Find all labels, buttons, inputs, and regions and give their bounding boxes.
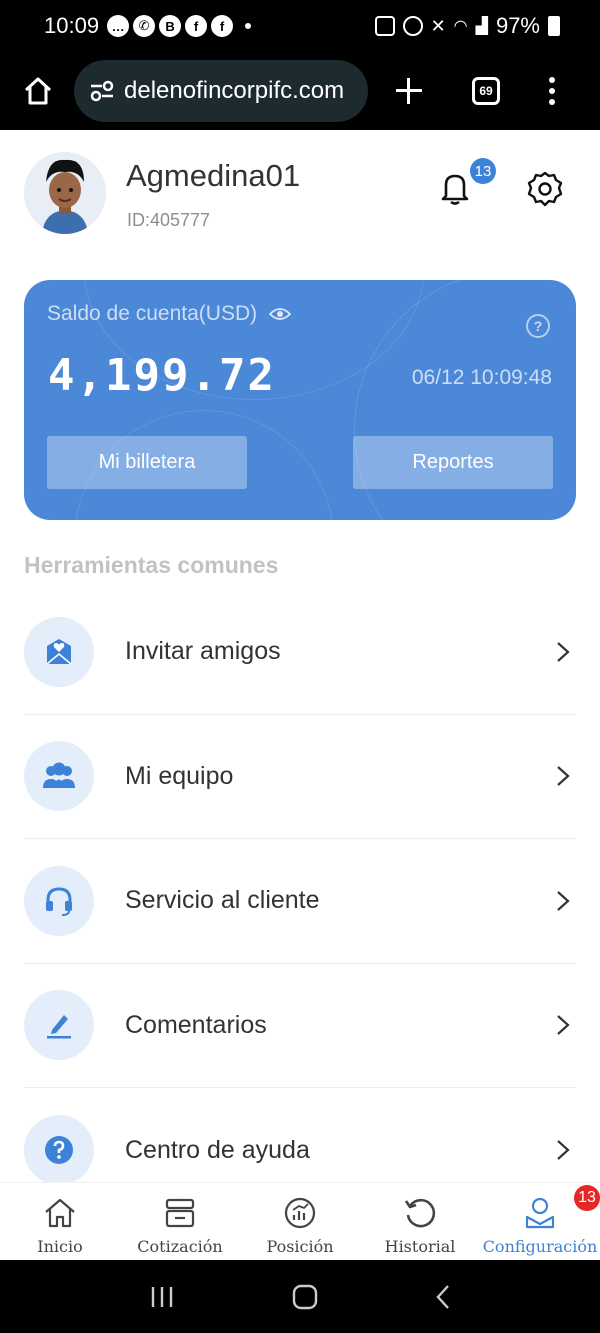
menu-label: Mi equipo: [125, 761, 234, 790]
balance-label-text: Saldo de cuenta(USD): [47, 302, 258, 325]
business-icon: B: [159, 15, 182, 37]
menu-icon-wrapper: [24, 616, 94, 687]
history-icon: [404, 1198, 436, 1228]
system-home-icon[interactable]: [292, 1284, 318, 1310]
menu-label: Centro de ayuda: [125, 1135, 310, 1164]
menu-icon-wrapper: [24, 865, 94, 936]
menu-icon-wrapper: [24, 741, 94, 812]
nav-home[interactable]: Inicio: [0, 1183, 120, 1258]
balance-card: Saldo de cuenta(USD) ? 4,199.72 06/12 10…: [24, 280, 576, 520]
reports-button[interactable]: Reportes: [353, 436, 553, 489]
profile-header: Agmedina01 ID:405777 13: [24, 152, 576, 244]
tab-switcher-button[interactable]: 69: [472, 77, 500, 105]
nav-position[interactable]: Posición: [240, 1183, 360, 1258]
profile-icon: [525, 1197, 555, 1229]
home-icon: [24, 77, 52, 105]
facebook-icon: f: [185, 15, 208, 37]
gear-icon[interactable]: [526, 170, 564, 208]
recent-apps-icon[interactable]: [149, 1285, 175, 1309]
pencil-icon: [47, 1015, 71, 1039]
eye-icon[interactable]: [269, 307, 292, 321]
balance-amount: 4,199.72: [48, 350, 276, 401]
nav-label: Cotización: [137, 1237, 223, 1256]
wifi-icon: ◠: [453, 18, 468, 35]
menu-item-invite-friends[interactable]: Invitar amigos: [24, 590, 576, 715]
headset-icon: [46, 887, 72, 916]
signal-icon: ▟: [475, 18, 488, 35]
chevron-right-icon: [557, 890, 570, 911]
wallet-button[interactable]: Mi billetera: [47, 436, 247, 489]
site-settings-icon[interactable]: [88, 77, 116, 105]
nav-history[interactable]: Historial: [360, 1183, 480, 1258]
nav-label: Inicio: [37, 1237, 83, 1256]
menu-item-customer-service[interactable]: Servicio al cliente: [24, 839, 576, 964]
notification-badge: 13: [470, 158, 496, 184]
menu-label: Comentarios: [125, 1010, 267, 1039]
menu-label: Invitar amigos: [125, 637, 281, 666]
browser-menu-button[interactable]: [548, 77, 556, 105]
home-icon: [45, 1198, 75, 1228]
bottom-navigation: Inicio Cotización Posición Historial Con…: [0, 1182, 600, 1258]
nav-badge: 13: [574, 1185, 600, 1211]
username: Agmedina01: [126, 158, 301, 193]
nav-label: Posición: [266, 1237, 334, 1256]
battery-percent: 97%: [495, 13, 540, 38]
question-icon: [45, 1136, 73, 1165]
team-icon: [43, 762, 75, 789]
avatar-image: [24, 152, 106, 234]
menu-label: Servicio al cliente: [125, 886, 320, 915]
url-text: delenofincorpifc.com: [124, 77, 345, 104]
menu-item-my-team[interactable]: Mi equipo: [24, 715, 576, 839]
notification-icons: … ✆ B f f: [107, 15, 252, 37]
battery-icon: [548, 16, 560, 36]
chevron-right-icon: [557, 766, 570, 787]
balance-timestamp: 06/12 10:09:48: [411, 366, 552, 389]
back-icon[interactable]: [435, 1284, 451, 1310]
mute-icon: ✕: [430, 15, 446, 36]
browser-home-button[interactable]: [18, 71, 58, 111]
chevron-right-icon: [557, 641, 570, 662]
nav-settings[interactable]: Configuración 13: [480, 1183, 600, 1258]
alarm-icon: [402, 16, 423, 36]
whatsapp-icon: ✆: [133, 15, 156, 37]
help-icon[interactable]: ?: [526, 314, 550, 338]
facebook-icon: f: [211, 15, 234, 37]
system-navigation-bar: [0, 1260, 600, 1333]
tools-list: Invitar amigos Mi equipo Servicio al cli…: [24, 590, 576, 1213]
menu-item-feedback[interactable]: Comentarios: [24, 964, 576, 1088]
address-bar[interactable]: delenofincorpifc.com: [74, 60, 368, 122]
position-chart-icon: [284, 1197, 316, 1229]
messages-icon: …: [107, 15, 130, 37]
user-id: ID:405777: [127, 210, 211, 230]
status-bar: 10:09 … ✆ B f f ✕ ◠ ▟ 97%: [0, 0, 600, 52]
avatar[interactable]: [24, 152, 106, 234]
browser-toolbar: delenofincorpifc.com 69: [0, 52, 600, 130]
nav-label: Historial: [384, 1237, 456, 1256]
nav-quotes[interactable]: Cotización: [120, 1183, 240, 1258]
new-tab-button[interactable]: [394, 76, 424, 106]
quotes-icon: [165, 1198, 195, 1228]
chevron-right-icon: [557, 1140, 570, 1161]
menu-icon-wrapper: [24, 990, 94, 1061]
nav-label: Configuración: [482, 1237, 598, 1256]
section-title: Herramientas comunes: [24, 552, 279, 578]
bell-icon[interactable]: [438, 170, 472, 206]
more-notifications-icon: [245, 23, 252, 29]
balance-label: Saldo de cuenta(USD): [47, 302, 292, 326]
chevron-right-icon: [557, 1015, 570, 1036]
status-time: 10:09: [44, 13, 100, 38]
mail-heart-icon: [46, 638, 72, 665]
menu-icon-wrapper: [24, 1115, 94, 1186]
nfc-icon: [374, 16, 395, 36]
